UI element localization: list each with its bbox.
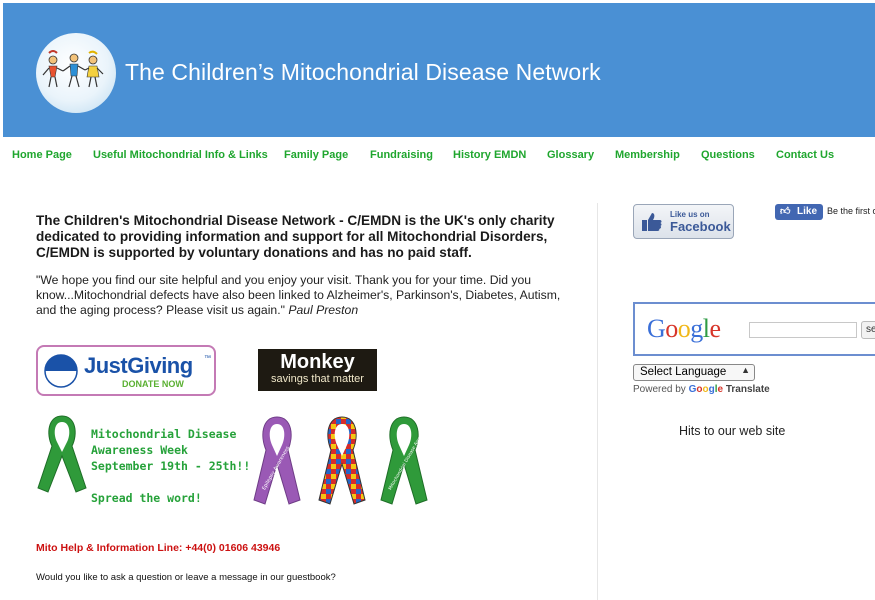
language-select[interactable]: Select Language ▲ — [633, 364, 755, 381]
nav-contact[interactable]: Contact Us — [776, 149, 834, 161]
fb-like-us-small: Like us on — [670, 210, 710, 219]
nav-home[interactable]: Home Page — [12, 149, 72, 161]
nav-membership[interactable]: Membership — [615, 149, 680, 161]
justgiving-donate-now: DONATE NOW — [122, 379, 184, 389]
green-ribbon-2-icon: Mitochondrial Disease Awareness — [380, 416, 430, 505]
guestbook-prompt[interactable]: Would you like to ask a question or leav… — [36, 572, 336, 583]
green-ribbon-icon — [37, 415, 87, 493]
language-select-value: Select Language — [640, 366, 727, 378]
main-nav: Home Page Useful Mitochondrial Info & Li… — [0, 138, 875, 186]
welcome-quote: "We hope you find our site helpful and y… — [36, 273, 576, 318]
justgiving-name: JustGiving — [84, 353, 193, 378]
children-figures-icon — [42, 50, 104, 88]
google-search-button[interactable]: se — [861, 321, 875, 339]
awareness-line-1: Mitochondrial Disease — [91, 427, 237, 441]
facebook-first-text: Be the first of — [827, 206, 875, 216]
google-search-box: Google se — [633, 302, 875, 356]
awareness-spacer — [91, 474, 250, 490]
powered-translate-link[interactable]: Translate — [726, 384, 770, 395]
facebook-like-us-badge[interactable]: Like us on Facebook — [633, 204, 734, 239]
intro-text: The Children's Mitochondrial Disease Net… — [36, 213, 555, 260]
site-logo[interactable] — [36, 33, 116, 113]
nav-questions[interactable]: Questions — [701, 149, 755, 161]
monkey-savings-badge[interactable]: Monkey savings that matter — [258, 349, 377, 391]
awareness-line-2: Awareness Week — [91, 443, 188, 457]
monkey-name: Monkey — [280, 351, 355, 373]
site-title: The Children’s Mitochondrial Disease Net… — [125, 59, 601, 85]
justgiving-donate-button[interactable]: JustGiving ™ DONATE NOW — [36, 345, 216, 396]
nav-fundraising[interactable]: Fundraising — [370, 149, 433, 161]
google-logo: Google — [647, 314, 721, 343]
facebook-like-button[interactable]: 👍︎ Like — [775, 204, 823, 220]
hits-counter-label: Hits to our web site — [679, 424, 786, 438]
nav-family-page[interactable]: Family Page — [284, 149, 348, 161]
powered-google-logo: Google — [688, 384, 724, 395]
fb-like-us-big: Facebook — [670, 219, 731, 234]
awareness-week-text: Mitochondrial Disease Awareness Week Sep… — [91, 426, 250, 506]
fb-thumb-icon: 👍︎ — [780, 206, 791, 217]
thumbs-up-icon — [642, 213, 662, 231]
nav-history[interactable]: History EMDN — [453, 149, 526, 161]
main-content: The Children's Mitochondrial Disease Net… — [36, 213, 576, 318]
nav-glossary[interactable]: Glossary — [547, 149, 594, 161]
justgiving-tm: ™ — [204, 355, 211, 362]
select-arrows-icon: ▲ — [741, 365, 750, 375]
google-search-input[interactable] — [749, 322, 857, 338]
nav-useful-info[interactable]: Useful Mitochondrial Info & Links — [93, 149, 268, 161]
fb-like-label: Like — [797, 206, 818, 217]
site-header: The Children’s Mitochondrial Disease Net… — [3, 3, 875, 137]
helpline-text: Mito Help & Information Line: +44(0) 016… — [36, 542, 281, 554]
awareness-line-3: September 19th - 25th!! — [91, 459, 251, 473]
puzzle-ribbon-icon — [318, 416, 366, 505]
quote-author: Paul Preston — [288, 303, 359, 317]
powered-by-label: Powered by — [633, 384, 686, 395]
monkey-tagline: savings that matter — [271, 373, 364, 385]
column-divider — [597, 203, 598, 600]
powered-by-google-translate: Powered by Google Translate — [633, 384, 770, 395]
awareness-line-4: Spread the word! — [91, 491, 202, 505]
purple-ribbon-icon: Epilepsy Awareness — [253, 416, 301, 505]
